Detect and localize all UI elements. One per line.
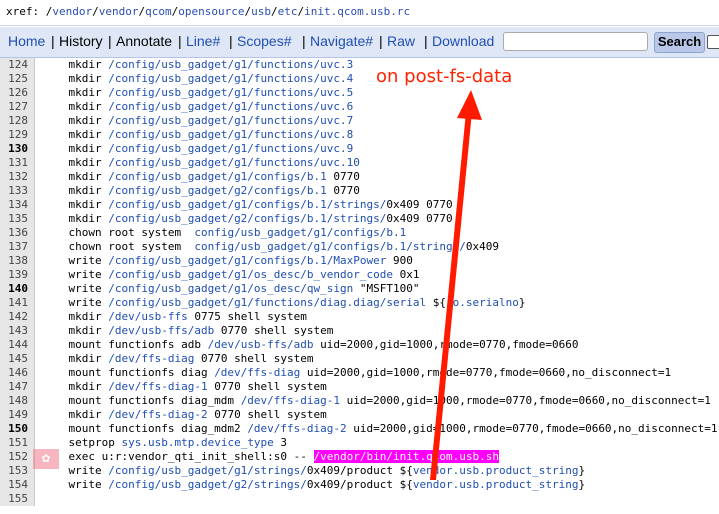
arrow-shaft xyxy=(430,112,472,480)
annotation-arrow xyxy=(430,90,482,480)
annotation-label: on post-fs-data xyxy=(376,66,513,87)
arrow-head xyxy=(457,90,482,120)
